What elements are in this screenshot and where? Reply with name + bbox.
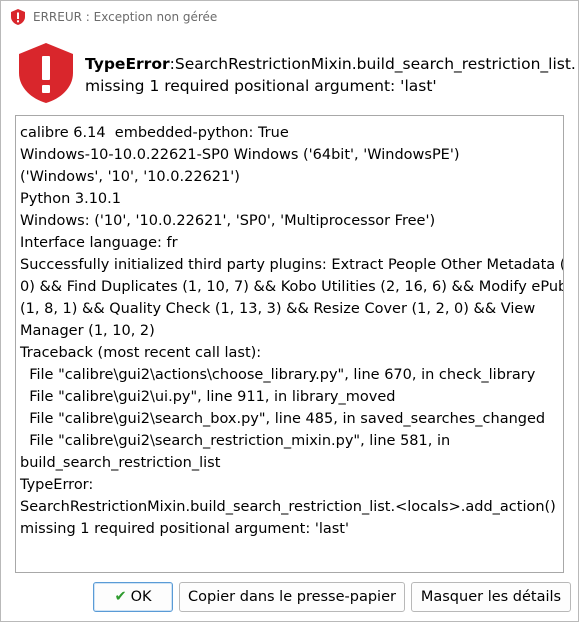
- details-line: Successfully initialized third party plu…: [20, 257, 564, 273]
- error-dialog: ERREUR : Exception non gérée TypeError:S…: [0, 0, 579, 622]
- details-line: File "calibre\gui2\search_restriction_mi…: [20, 433, 451, 449]
- details-line: Manager (1, 10, 2): [20, 323, 155, 339]
- error-type: TypeError: [85, 55, 170, 73]
- checkmark-icon: ✔: [114, 589, 127, 605]
- button-bar: ✔ OK Copier dans le presse-papier Masquer…: [1, 579, 578, 623]
- hide-details-button[interactable]: Masquer les détails: [411, 582, 571, 612]
- details-line: ('Windows', '10', '10.0.22621'): [20, 169, 240, 185]
- error-message-line2: missing 1 required positional argument: …: [85, 77, 437, 95]
- details-line: Interface language: fr: [20, 235, 178, 251]
- details-line: File "calibre\gui2\actions\choose_librar…: [20, 367, 536, 383]
- ok-button[interactable]: ✔ OK: [93, 582, 173, 612]
- error-message: TypeError:SearchRestrictionMixin.build_s…: [85, 53, 577, 97]
- window-title: ERREUR : Exception non gérée: [33, 10, 218, 24]
- title-bar[interactable]: ERREUR : Exception non gérée: [1, 1, 578, 33]
- shield-alert-icon: [11, 9, 25, 25]
- details-line: 0) && Find Duplicates (1, 10, 7) && Kobo…: [20, 279, 564, 295]
- details-line: SearchRestrictionMixin.build_search_rest…: [20, 499, 556, 515]
- details-line: File "calibre\gui2\ui.py", line 911, in …: [20, 389, 396, 405]
- details-line: Traceback (most recent call last):: [20, 345, 262, 361]
- copy-to-clipboard-button[interactable]: Copier dans le presse-papier: [179, 582, 405, 612]
- details-line: Windows-10-10.0.22621-SP0 Windows ('64bi…: [20, 147, 460, 163]
- ok-button-label: OK: [130, 589, 152, 605]
- details-line: TypeError:: [20, 477, 94, 493]
- details-text-area[interactable]: calibre 6.14 embedded-python: True Windo…: [15, 115, 564, 573]
- details-line: missing 1 required positional argument: …: [20, 521, 349, 537]
- hide-details-button-label: Masquer les détails: [420, 589, 562, 605]
- details-line: (1, 8, 1) && Quality Check (1, 13, 3) &&…: [20, 301, 536, 317]
- error-header: TypeError:SearchRestrictionMixin.build_s…: [1, 33, 578, 113]
- copy-button-label: Copier dans le presse-papier: [188, 589, 396, 605]
- details-line: Windows: ('10', '10.0.22621', 'SP0', 'Mu…: [20, 213, 436, 229]
- shield-exclamation-icon: [19, 43, 73, 103]
- error-message-line1: SearchRestrictionMixin.build_search_rest…: [174, 55, 577, 73]
- details-line: Python 3.10.1: [20, 191, 121, 207]
- details-line: build_search_restriction_list: [20, 455, 221, 471]
- details-line: File "calibre\gui2\search_box.py", line …: [20, 411, 546, 427]
- details-line: calibre 6.14 embedded-python: True: [20, 125, 289, 141]
